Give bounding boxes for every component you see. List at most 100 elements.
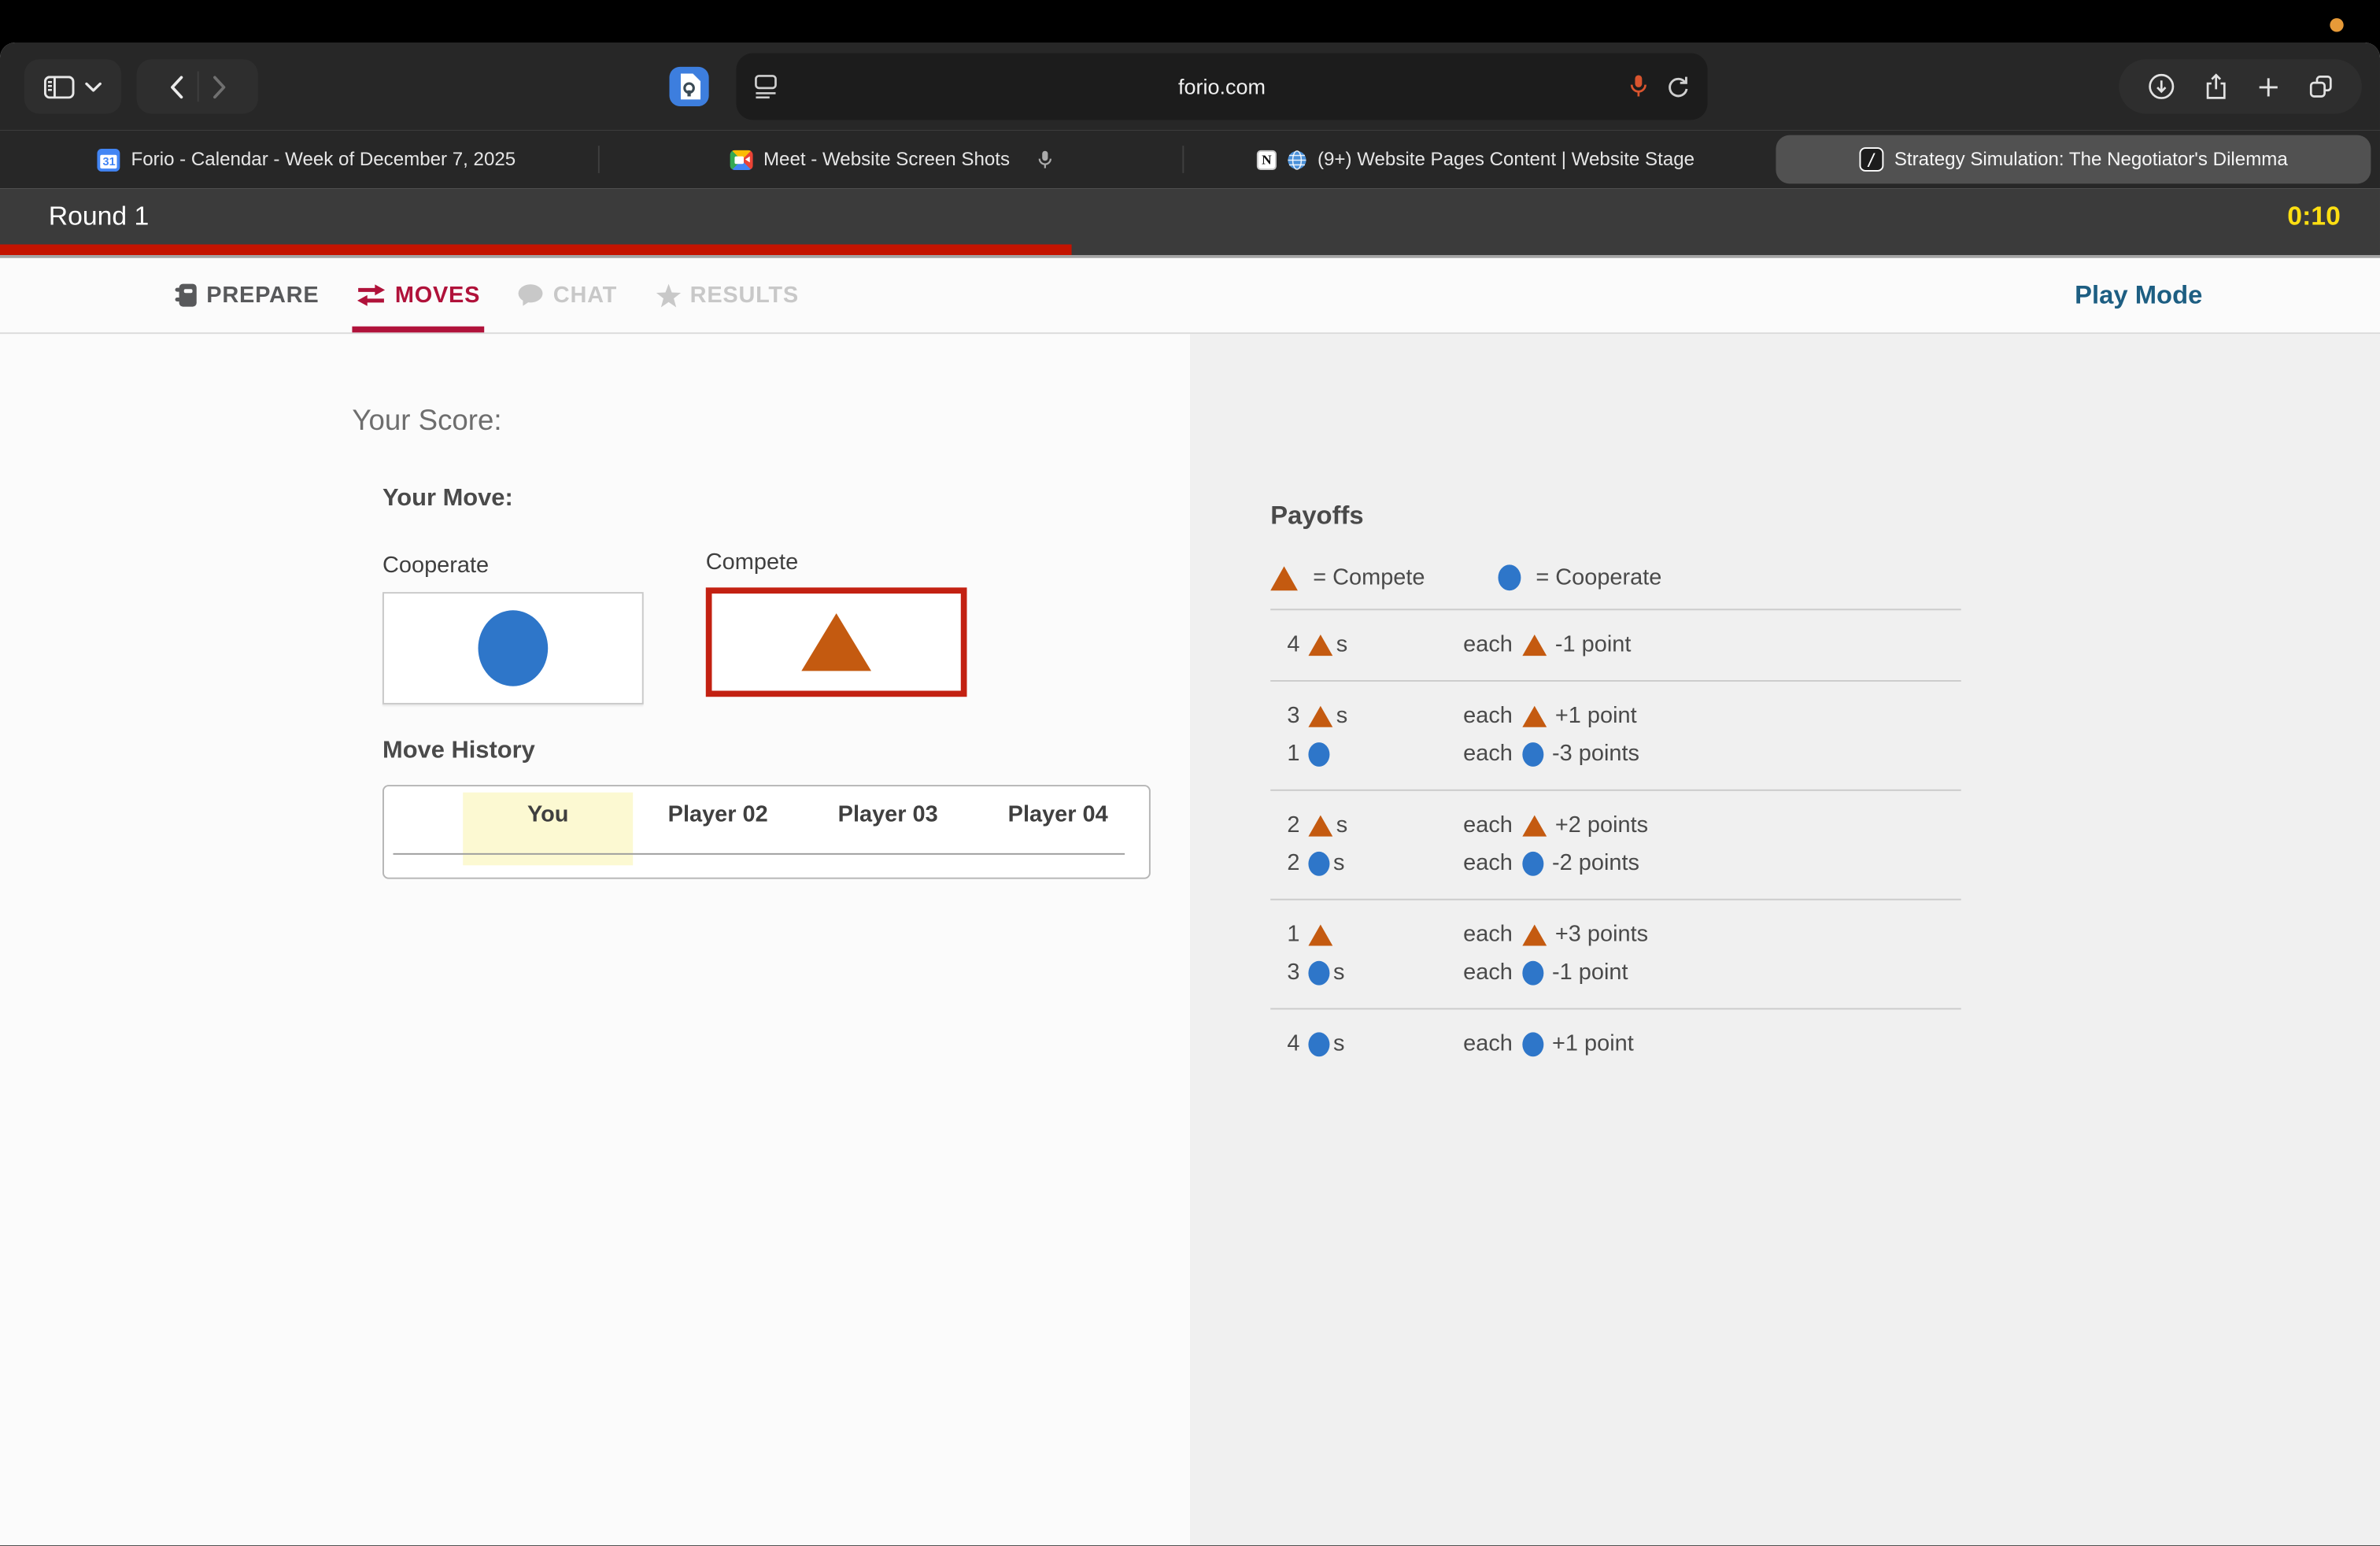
payoff-count: 1 <box>1287 922 1299 948</box>
payoff-suffix: s <box>1333 1030 1344 1056</box>
history-nav-group <box>137 59 258 113</box>
move-options: Cooperate Compete <box>382 553 1190 705</box>
each-label: each <box>1463 960 1513 986</box>
payoff-line: 2seach-2 points <box>1270 844 1961 882</box>
toolbar-actions-group <box>2119 59 2362 113</box>
payoff-combination: 1 <box>1270 741 1463 767</box>
mic-in-use-indicator-icon <box>2330 18 2343 31</box>
tab-label: CHAT <box>553 283 617 309</box>
sidebar-toggle-button[interactable] <box>24 59 121 113</box>
payoffs-panel: Payoffs = Compete = Cooperate 4seach-1 p… <box>1190 334 2380 1545</box>
payoff-value: +3 points <box>1555 922 1648 948</box>
legend-compete-label: = Compete <box>1313 564 1425 590</box>
voice-search-icon[interactable] <box>1630 74 1646 98</box>
tab-prepare[interactable]: PREPARE <box>175 258 320 332</box>
payoff-result: each-2 points <box>1463 850 1639 876</box>
globe-icon <box>1287 150 1306 169</box>
screen: forio.com <box>0 0 2380 1545</box>
each-label: each <box>1463 922 1513 948</box>
payoff-result: each+2 points <box>1463 812 1648 838</box>
tab-title: Strategy Simulation: The Negotiator's Di… <box>1894 149 2288 170</box>
google-calendar-icon: 31 <box>98 148 120 171</box>
triangle-icon <box>1309 705 1333 727</box>
move-history-title: Move History <box>382 738 1190 765</box>
circle-icon <box>1521 851 1543 875</box>
browser-toolbar: forio.com <box>0 43 2380 131</box>
tab-label: PREPARE <box>206 283 319 309</box>
triangle-icon <box>1309 634 1333 655</box>
circle-icon <box>1521 960 1543 985</box>
payoff-count: 4 <box>1287 1030 1299 1056</box>
legend-cooperate-label: = Cooperate <box>1536 564 1661 590</box>
address-bar[interactable]: forio.com <box>736 53 1707 120</box>
round-label: Round 1 <box>49 201 150 232</box>
circle-icon <box>478 610 548 686</box>
payoff-line: 1 each-3 points <box>1270 734 1961 772</box>
tab-bar: 31 Forio - Calendar - Week of December 7… <box>0 131 2380 188</box>
payoff-value: -1 point <box>1552 960 1628 986</box>
payoff-suffix: s <box>1333 850 1344 876</box>
payoff-combination: 1 <box>1270 922 1463 948</box>
your-move-label: Your Move: <box>382 486 1190 513</box>
back-button[interactable] <box>169 75 183 98</box>
tab-label: RESULTS <box>690 283 799 309</box>
tab-moves[interactable]: MOVES <box>357 258 481 332</box>
payoff-result: each-3 points <box>1463 741 1639 767</box>
play-mode-button[interactable]: Play Mode <box>2075 280 2202 311</box>
payoff-value: +1 point <box>1555 703 1637 729</box>
payoff-row: 3seach +1 point 1 each-3 points <box>1270 680 1961 790</box>
payoff-result: each +3 points <box>1463 922 1648 948</box>
payoff-line: 4seach-1 point <box>1270 626 1961 664</box>
payoff-combination: 3s <box>1270 960 1463 986</box>
moves-panel: Your Score: Your Move: Cooperate Compete <box>0 334 1190 1545</box>
tab-overview-button[interactable] <box>2308 74 2333 98</box>
round-timer: 0:10 <box>2287 201 2341 232</box>
move-history-table: YouPlayer 02Player 03Player 04 <box>382 785 1151 879</box>
new-tab-button[interactable] <box>2257 75 2280 98</box>
forward-button[interactable] <box>212 75 225 98</box>
sim-nav-bar: PREPARE MOVES CHAT <box>0 258 2380 334</box>
round-header: Round 1 0:10 <box>0 188 2380 244</box>
move-history-column-you: You <box>463 801 633 827</box>
page-format-icon[interactable] <box>754 74 778 98</box>
share-button[interactable] <box>2204 73 2229 101</box>
notion-icon: N <box>1257 150 1277 169</box>
circle-icon <box>1309 960 1330 985</box>
payoff-line: 3seach +1 point <box>1270 697 1961 734</box>
chat-bubble-icon <box>518 284 544 307</box>
each-label: each <box>1463 741 1513 767</box>
payoff-suffix: s <box>1336 812 1347 838</box>
password-manager-extension-button[interactable] <box>669 67 708 106</box>
triangle-icon <box>1521 924 1546 945</box>
each-label: each <box>1463 703 1513 729</box>
google-meet-icon <box>730 150 753 169</box>
option-compete: Compete <box>706 553 967 705</box>
move-history-column-player-2: Player 03 <box>803 801 973 827</box>
menu-bar <box>0 0 2380 43</box>
payoff-value: +2 points <box>1555 812 1648 838</box>
compete-label: Compete <box>706 549 967 575</box>
tab-meet[interactable]: Meet - Website Screen Shots <box>600 131 1183 188</box>
payoff-count: 1 <box>1287 741 1299 767</box>
triangle-icon <box>1309 924 1333 945</box>
circle-icon <box>1309 851 1330 875</box>
compete-button-selected[interactable] <box>706 587 967 697</box>
payoff-count: 4 <box>1287 631 1299 657</box>
reload-icon[interactable] <box>1667 74 1690 98</box>
tab-strategy-simulation[interactable]: / Strategy Simulation: The Negotiator's … <box>1776 135 2371 184</box>
circle-icon <box>1521 1031 1543 1056</box>
tab-results[interactable]: RESULTS <box>655 258 799 332</box>
payoffs-title: Payoffs <box>1270 501 2380 531</box>
tab-notion[interactable]: N (9+) Website Pages Content | Website S… <box>1184 131 1768 188</box>
tab-calendar[interactable]: 31 Forio - Calendar - Week of December 7… <box>15 131 598 188</box>
payoff-combination: 2s <box>1270 812 1463 838</box>
cooperate-button[interactable] <box>382 592 644 705</box>
circle-icon <box>1309 742 1330 766</box>
tab-chat[interactable]: CHAT <box>518 258 617 332</box>
circle-icon <box>1498 564 1521 590</box>
payoff-combination: 4s <box>1270 1030 1463 1056</box>
payoff-combination: 3s <box>1270 703 1463 729</box>
downloads-button[interactable] <box>2149 73 2176 101</box>
payoff-combination: 4s <box>1270 631 1463 657</box>
payoff-line: 3seach -1 point <box>1270 953 1961 991</box>
